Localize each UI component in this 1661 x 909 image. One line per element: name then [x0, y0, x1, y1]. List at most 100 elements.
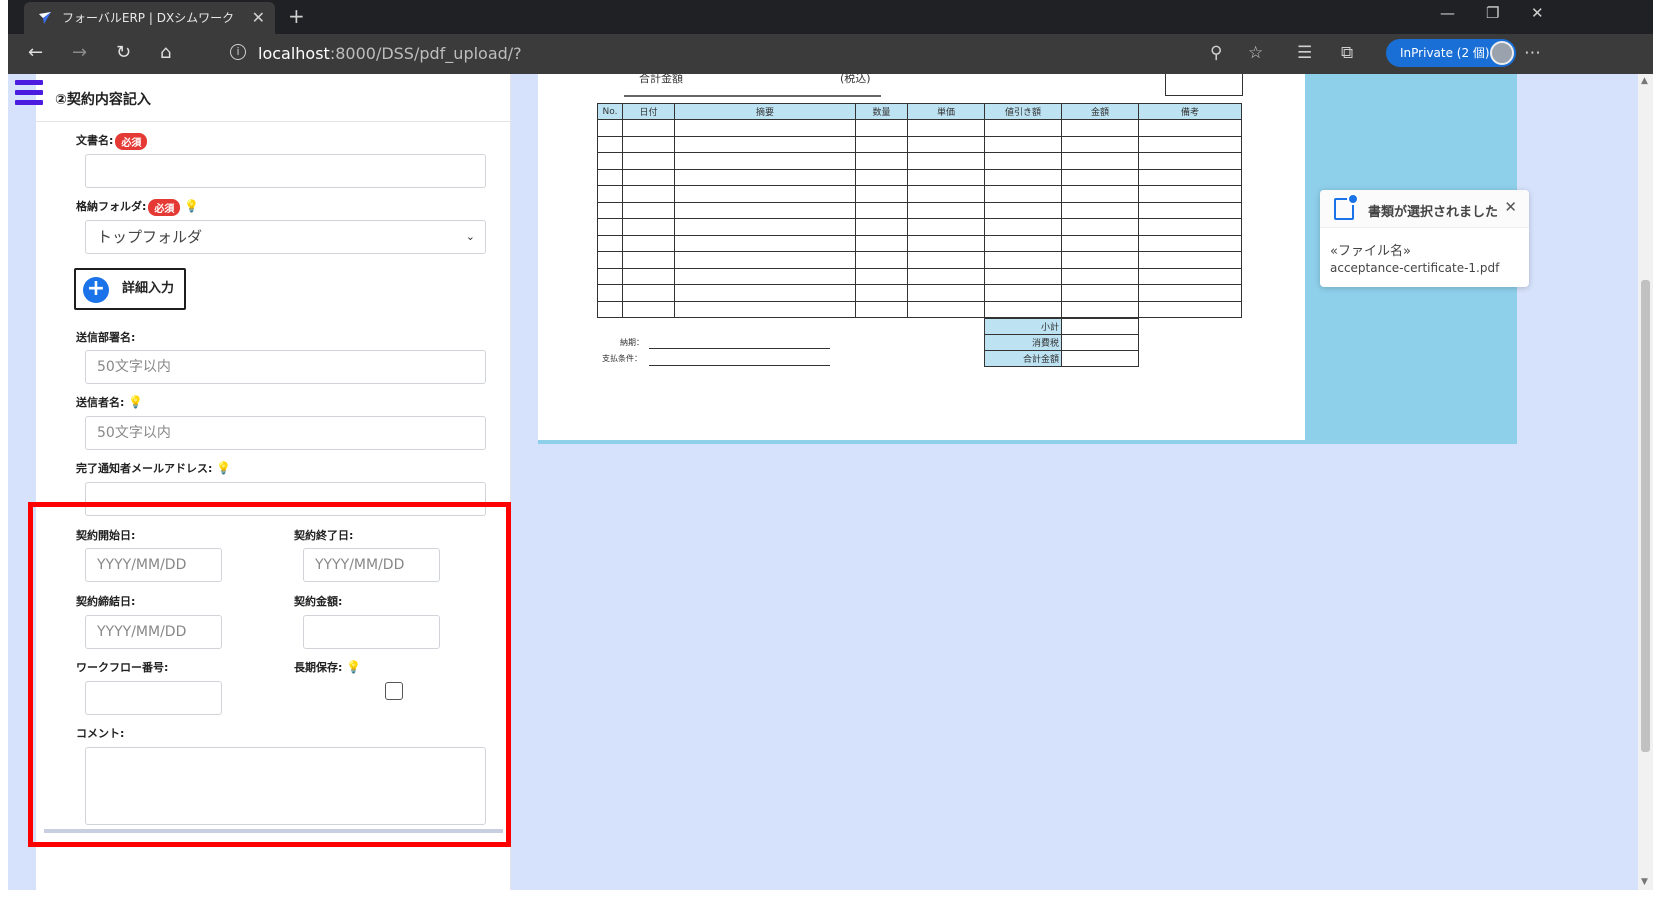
pdf-table-cell	[907, 218, 985, 236]
highlight-box	[28, 502, 511, 847]
refresh-icon[interactable]: ↻	[116, 42, 131, 63]
sender-name-label: 送信者名: 💡	[76, 394, 143, 410]
pdf-table-cell	[674, 201, 856, 219]
pdf-grand-total-label: 合計金額	[984, 350, 1062, 367]
pdf-column-header: 数量	[855, 103, 908, 120]
pdf-table-cell	[984, 218, 1062, 236]
pdf-table-cell	[855, 300, 908, 318]
pdf-table-row	[597, 119, 1242, 137]
pdf-table-cell	[855, 152, 908, 170]
hint-bulb-icon[interactable]: 💡	[128, 395, 143, 409]
pdf-table-cell	[597, 185, 623, 203]
favorite-star-icon[interactable]: ☆	[1248, 43, 1263, 63]
url-field[interactable]: localhost:8000/DSS/pdf_upload/?	[258, 44, 522, 63]
pdf-table-row	[597, 201, 1242, 219]
hamburger-menu-icon[interactable]	[15, 80, 43, 108]
pdf-consumption-tax-label: 消費税	[984, 334, 1062, 351]
hint-bulb-icon[interactable]: 💡	[216, 461, 231, 475]
pdf-table-cell	[597, 234, 623, 252]
close-tab-icon[interactable]: ✕	[252, 2, 265, 34]
pdf-table-cell	[674, 234, 856, 252]
pdf-table-cell	[984, 185, 1062, 203]
pdf-delivery-line	[649, 348, 830, 349]
url-path: :8000/DSS/pdf_upload/?	[329, 44, 522, 63]
pdf-column-header: 摘要	[674, 103, 856, 120]
chevron-down-icon: ⌄	[465, 230, 475, 243]
pdf-column-header: No.	[597, 103, 623, 120]
pdf-table-row	[597, 152, 1242, 170]
toast-filename-label: «ファイル名»	[1330, 244, 1411, 259]
pdf-subtotal-label: 小計	[984, 318, 1062, 335]
folder-select[interactable]: トップフォルダ ⌄	[85, 220, 486, 254]
scrollbar-thumb[interactable]	[1641, 280, 1650, 752]
pdf-table-cell	[1138, 234, 1242, 252]
site-info-icon[interactable]: i	[230, 44, 246, 60]
pdf-table-cell	[907, 135, 985, 153]
pdf-table-cell	[855, 119, 908, 137]
toast-title: 書類が選択されました	[1368, 205, 1499, 220]
pdf-stamp-box	[1165, 74, 1243, 96]
pdf-table-cell	[907, 152, 985, 170]
toast-close-icon[interactable]: ✕	[1504, 198, 1517, 216]
page-scrollbar[interactable]: ▲ ▼	[1638, 74, 1653, 890]
pdf-table-cell	[984, 168, 1062, 186]
required-badge: 必須	[115, 132, 148, 150]
more-menu-icon[interactable]: ⋯	[1524, 43, 1541, 63]
new-tab-icon[interactable]: +	[288, 4, 305, 28]
address-bar: ← → ↻ ⌂ i localhost:8000/DSS/pdf_upload/…	[8, 34, 1653, 74]
sender-name-label-text: 送信者名:	[76, 396, 125, 409]
pdf-table-cell	[855, 234, 908, 252]
sender-dept-input[interactable]: 50文字以内	[85, 350, 486, 384]
pdf-table-cell	[1138, 267, 1242, 285]
pdf-column-header: 単価	[907, 103, 985, 120]
pdf-tax-label: (税込)	[840, 74, 871, 85]
inprivate-button[interactable]: InPrivate (2 個)	[1386, 39, 1516, 67]
browser-tab[interactable]: フォーバルERP | DXシムワーク ✕	[24, 2, 275, 34]
toast-filename: acceptance-certificate-1.pdf	[1330, 261, 1500, 275]
pdf-table-cell	[622, 267, 675, 285]
pdf-table-row	[597, 251, 1242, 269]
pdf-underline	[624, 95, 881, 97]
collections-icon[interactable]: ⧉	[1341, 43, 1353, 63]
detail-input-button[interactable]: + 詳細入力	[74, 268, 186, 310]
pdf-table-cell	[855, 218, 908, 236]
folder-select-value: トップフォルダ	[97, 228, 203, 246]
pdf-table-cell	[1138, 119, 1242, 137]
detail-input-label: 詳細入力	[122, 281, 175, 296]
inprivate-label: InPrivate (2 個)	[1400, 46, 1490, 60]
doc-name-label: 文書名: 必須	[76, 132, 148, 150]
site-favicon-icon	[39, 12, 51, 24]
pdf-table-cell	[622, 201, 675, 219]
scroll-up-icon[interactable]: ▲	[1641, 76, 1648, 86]
pdf-table-cell	[984, 300, 1062, 318]
scroll-down-icon[interactable]: ▼	[1641, 877, 1648, 887]
pdf-table-cell	[907, 168, 985, 186]
pdf-table-cell	[597, 300, 623, 318]
forward-icon[interactable]: →	[72, 42, 87, 63]
window-close-icon[interactable]: ✕	[1531, 4, 1544, 22]
pdf-items-table: No. 日付 摘要 数量 単価 値引き額 金額 備考	[597, 103, 1242, 318]
favorites-icon[interactable]: ☰	[1297, 43, 1312, 63]
pdf-table-cell	[674, 300, 856, 318]
zoom-icon[interactable]: ⚲	[1210, 43, 1222, 63]
home-icon[interactable]: ⌂	[160, 42, 171, 63]
pdf-table-cell	[597, 152, 623, 170]
pdf-table-cell	[907, 267, 985, 285]
pdf-table-cell	[1061, 185, 1139, 203]
pdf-table-cell	[597, 201, 623, 219]
pdf-table-cell	[855, 284, 908, 302]
pdf-table-cell	[907, 234, 985, 252]
minimize-icon[interactable]: —	[1440, 4, 1455, 22]
pdf-table-cell	[984, 251, 1062, 269]
pdf-table-cell	[597, 135, 623, 153]
hint-bulb-icon[interactable]: 💡	[184, 199, 199, 213]
back-icon[interactable]: ←	[28, 42, 43, 63]
pdf-table-cell	[597, 119, 623, 137]
sender-name-input[interactable]: 50文字以内	[85, 416, 486, 450]
pdf-table-row	[597, 234, 1242, 252]
restore-icon[interactable]: ❐	[1486, 4, 1499, 22]
doc-name-input[interactable]	[85, 154, 486, 188]
pdf-table-cell	[622, 300, 675, 318]
panel-header: ②契約内容記入	[36, 74, 511, 122]
notify-email-label: 完了通知者メールアドレス: 💡	[76, 460, 231, 476]
